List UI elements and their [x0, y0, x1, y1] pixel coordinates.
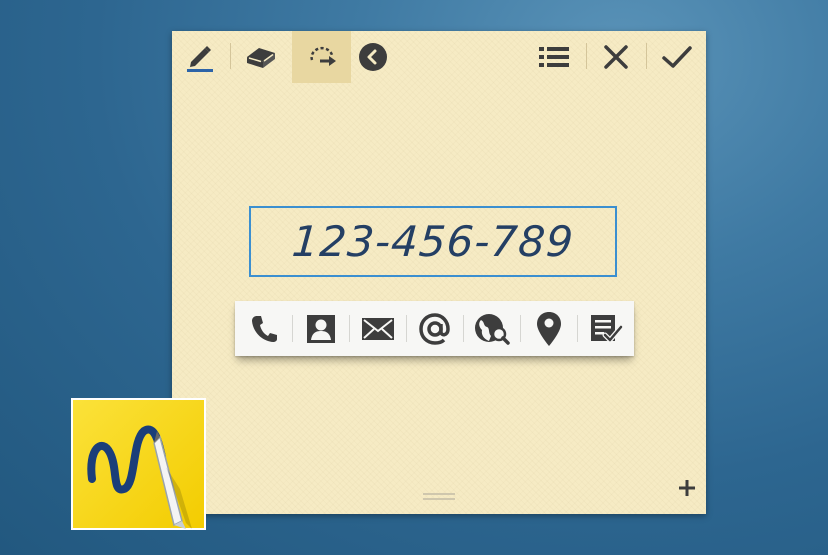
done-button[interactable] [654, 31, 700, 83]
collapse-button[interactable] [355, 31, 391, 83]
contact-button[interactable] [292, 301, 349, 356]
at-icon [418, 312, 450, 345]
pen-button[interactable] [178, 31, 222, 83]
eraser-icon [247, 48, 275, 68]
app-logo [71, 398, 206, 530]
resize-grip[interactable] [423, 493, 455, 500]
back-icon [359, 43, 387, 71]
pen-icon [187, 46, 213, 72]
contact-icon [306, 314, 335, 343]
location-icon [536, 311, 561, 346]
web-search-icon [474, 313, 510, 345]
email-icon [361, 317, 394, 340]
at-button[interactable] [406, 301, 463, 356]
toolbar-divider [646, 43, 647, 69]
location-button[interactable] [520, 301, 577, 356]
recognized-text-box[interactable]: 123-456-789 [249, 206, 617, 277]
email-button[interactable] [349, 301, 406, 356]
phone-icon [251, 315, 277, 342]
memo-icon [590, 314, 623, 342]
memo-window: 123-456-789 [172, 31, 706, 514]
memo-button[interactable] [577, 301, 634, 356]
lasso-selection-icon [309, 46, 336, 66]
call-button[interactable] [235, 301, 292, 356]
close-button[interactable] [594, 31, 638, 83]
add-button[interactable] [674, 475, 700, 501]
check-icon [662, 46, 692, 68]
list-icon [539, 47, 569, 67]
selection-button[interactable] [292, 31, 351, 83]
action-bar [235, 301, 634, 356]
toolbar-divider [230, 43, 231, 69]
app-icon[interactable] [70, 397, 210, 532]
eraser-button[interactable] [238, 31, 284, 83]
plus-icon [679, 480, 695, 496]
close-icon [604, 45, 628, 69]
web-search-button[interactable] [463, 301, 520, 356]
recognized-text: 123-456-789 [290, 217, 576, 266]
toolbar [172, 31, 706, 83]
list-button[interactable] [532, 31, 576, 83]
toolbar-divider [586, 43, 587, 69]
